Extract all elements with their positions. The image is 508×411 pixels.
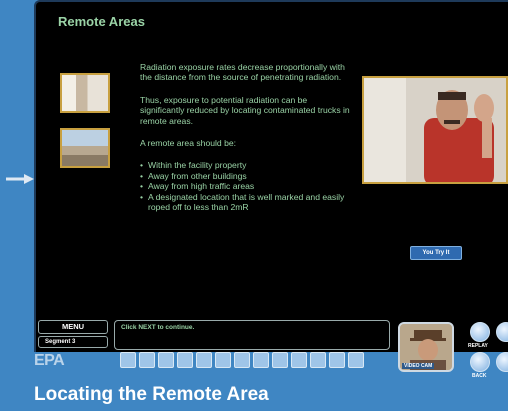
presenter-image <box>364 78 506 182</box>
segment-tile[interactable] <box>158 352 174 368</box>
video-frame <box>362 76 508 184</box>
page-title: Remote Areas <box>58 14 145 29</box>
arrow-right-icon <box>6 174 34 184</box>
replay-icon[interactable] <box>470 322 490 342</box>
content-text: Radiation exposure rates decrease propor… <box>140 62 350 212</box>
back-label: BACK <box>472 373 487 379</box>
paragraph-exposure: Thus, exposure to potential radiation ca… <box>140 94 350 126</box>
you-try-it-button[interactable]: You Try It <box>410 246 462 260</box>
replay-label: REPLAY <box>468 343 488 349</box>
segment-tile[interactable] <box>120 352 136 368</box>
segment-tile[interactable] <box>348 352 364 368</box>
menu-button[interactable]: MENU <box>38 320 108 334</box>
segment-tile[interactable] <box>291 352 307 368</box>
video-cam[interactable]: VIDEO CAM <box>398 322 454 372</box>
segment-tile[interactable] <box>272 352 288 368</box>
segment-tile[interactable] <box>215 352 231 368</box>
list-item: Away from high traffic areas <box>140 181 350 192</box>
remote-area-list: Within the facility property Away from o… <box>140 160 350 212</box>
status-message: Click NEXT to continue. <box>114 320 390 350</box>
paragraph-distance: Radiation exposure rates decrease propor… <box>140 62 345 83</box>
paragraph-remote-area: A remote area should be: <box>140 138 237 149</box>
segment-label: Segment 3 <box>38 336 108 348</box>
segment-navigation <box>120 352 364 368</box>
list-item: A designated location that is well marke… <box>140 192 350 213</box>
videocam-label: VIDEO CAM <box>402 363 435 369</box>
thumbnail-instructor[interactable] <box>60 73 110 113</box>
list-item: Away from other buildings <box>140 171 350 182</box>
segment-tile[interactable] <box>310 352 326 368</box>
segment-tile[interactable] <box>234 352 250 368</box>
thumbnail-trucks[interactable] <box>60 128 110 168</box>
segment-tile[interactable] <box>139 352 155 368</box>
segment-tile[interactable] <box>329 352 345 368</box>
segment-tile[interactable] <box>177 352 193 368</box>
list-item: Within the facility property <box>140 160 350 171</box>
segment-tile[interactable] <box>196 352 212 368</box>
epa-logo: EPA <box>34 352 65 369</box>
caption: Locating the Remote Area <box>34 384 269 405</box>
segment-tile[interactable] <box>253 352 269 368</box>
back-icon[interactable] <box>470 352 490 372</box>
forward-icon[interactable] <box>496 352 508 372</box>
